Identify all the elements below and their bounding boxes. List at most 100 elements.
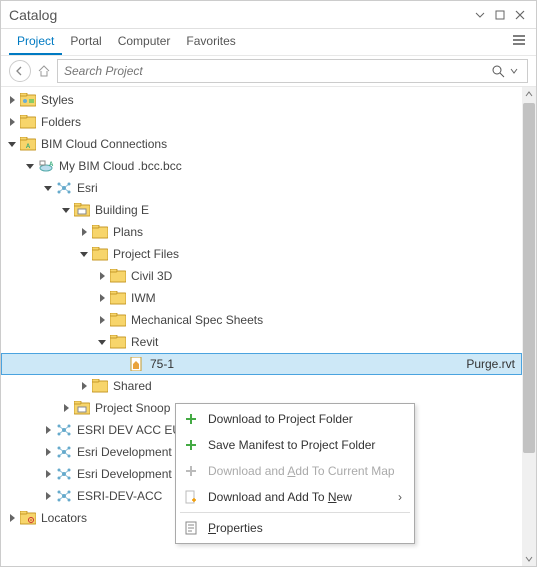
scroll-down-icon[interactable] xyxy=(522,552,536,566)
tree-item-styles[interactable]: Styles xyxy=(1,89,536,111)
tree-label: Locators xyxy=(39,511,87,525)
svg-text:A: A xyxy=(26,144,31,150)
tree-item-iwm[interactable]: IWM xyxy=(1,287,536,309)
bim-cloud-icon: A xyxy=(19,135,37,153)
folder-icon xyxy=(91,377,109,395)
tree-item-mech[interactable]: Mechanical Spec Sheets xyxy=(1,309,536,331)
ctx-download-add-current: Download and Add To Current Map xyxy=(176,458,414,484)
disclosure-icon[interactable] xyxy=(77,379,91,393)
svg-text:A: A xyxy=(49,162,54,168)
menu-icon[interactable] xyxy=(512,33,526,50)
tree-label: Esri Development xyxy=(75,467,172,481)
plus-icon-disabled xyxy=(180,460,202,482)
tree-label: Civil 3D xyxy=(129,269,172,283)
toolbar xyxy=(1,55,536,87)
title-bar: Catalog xyxy=(1,1,536,29)
search-icon[interactable] xyxy=(489,62,507,80)
tree-label: Project Files xyxy=(111,247,179,261)
folder-icon xyxy=(109,333,127,351)
locators-icon xyxy=(19,509,37,527)
tree-label: ESRI DEV ACC EU xyxy=(75,423,181,437)
disclosure-icon[interactable] xyxy=(41,181,55,195)
folder-icon xyxy=(109,267,127,285)
folder-icon xyxy=(109,289,127,307)
project-folder-icon xyxy=(73,399,91,417)
disclosure-icon[interactable] xyxy=(41,445,55,459)
folder-icon xyxy=(91,245,109,263)
disclosure-icon[interactable] xyxy=(5,511,19,525)
ctx-save-manifest[interactable]: Save Manifest to Project Folder xyxy=(176,432,414,458)
tree-item-bim-cloud[interactable]: A BIM Cloud Connections xyxy=(1,133,536,155)
close-icon[interactable] xyxy=(512,7,528,23)
disclosure-icon[interactable] xyxy=(41,489,55,503)
ctx-download-add-new[interactable]: Download and Add To New › xyxy=(176,484,414,510)
tree-label: Project Snoop xyxy=(93,401,170,415)
scroll-up-icon[interactable] xyxy=(522,87,536,101)
connection-icon: A xyxy=(37,157,55,175)
disclosure-icon[interactable] xyxy=(95,313,109,327)
restore-icon[interactable] xyxy=(492,7,508,23)
ctx-download-project[interactable]: Download to Project Folder xyxy=(176,406,414,432)
ctx-label: Properties xyxy=(208,521,402,535)
disclosure-icon[interactable] xyxy=(77,225,91,239)
tree-label: Shared xyxy=(111,379,152,393)
disclosure-icon[interactable] xyxy=(77,247,91,261)
tree-item-project-files[interactable]: Project Files xyxy=(1,243,536,265)
disclosure-icon[interactable] xyxy=(41,423,55,437)
tab-portal[interactable]: Portal xyxy=(62,30,109,55)
folder-icon xyxy=(19,113,37,131)
tab-project[interactable]: Project xyxy=(9,30,62,55)
tree-label: Mechanical Spec Sheets xyxy=(129,313,263,327)
tree-label-right: Purge.rvt xyxy=(464,357,521,371)
scrollbar[interactable] xyxy=(522,87,536,566)
tab-favorites[interactable]: Favorites xyxy=(178,30,243,55)
ctx-label: Save Manifest to Project Folder xyxy=(208,438,402,452)
tree-item-esri[interactable]: Esri xyxy=(1,177,536,199)
styles-icon xyxy=(19,91,37,109)
back-button[interactable] xyxy=(9,60,31,82)
disclosure-icon[interactable] xyxy=(59,401,73,415)
panel-title: Catalog xyxy=(9,7,57,23)
tree-item-plans[interactable]: Plans xyxy=(1,221,536,243)
ctx-label: Download and Add To Current Map xyxy=(208,464,402,478)
disclosure-icon[interactable] xyxy=(95,291,109,305)
disclosure-icon[interactable] xyxy=(41,467,55,481)
tree-label: IWM xyxy=(129,291,156,305)
disclosure-icon[interactable] xyxy=(95,335,109,349)
tree-label: Esri Development xyxy=(75,445,172,459)
disclosure-icon[interactable] xyxy=(5,115,19,129)
tree-item-building-e[interactable]: Building E xyxy=(1,199,536,221)
tab-computer[interactable]: Computer xyxy=(110,30,179,55)
chevron-right-icon: › xyxy=(398,490,402,504)
disclosure-icon[interactable] xyxy=(5,93,19,107)
tree-item-selected-rvt[interactable]: 75-1 Purge.rvt xyxy=(1,353,522,375)
tree-item-civil3d[interactable]: Civil 3D xyxy=(1,265,536,287)
tree-item-folders[interactable]: Folders xyxy=(1,111,536,133)
tree-label: 75-1 xyxy=(148,357,174,371)
tree-item-revit[interactable]: Revit xyxy=(1,331,536,353)
dropdown-icon[interactable] xyxy=(472,7,488,23)
tree-label: Folders xyxy=(39,115,81,129)
separator xyxy=(180,512,410,513)
tree-area: Styles Folders A BIM Cloud Connections A… xyxy=(1,87,536,566)
home-icon[interactable] xyxy=(35,62,53,80)
tree-item-shared[interactable]: Shared xyxy=(1,375,536,397)
search-dropdown-icon[interactable] xyxy=(507,64,521,78)
ctx-properties[interactable]: Properties xyxy=(176,515,414,541)
tree-label: Plans xyxy=(111,225,143,239)
tree-item-my-bim-cloud[interactable]: A My BIM Cloud .bcc.bcc xyxy=(1,155,536,177)
revit-file-icon xyxy=(128,355,146,373)
disclosure-icon[interactable] xyxy=(59,203,73,217)
tree-label: My BIM Cloud .bcc.bcc xyxy=(57,159,182,173)
plus-icon xyxy=(180,434,202,456)
tree-label: Building E xyxy=(93,203,149,217)
plus-icon xyxy=(180,408,202,430)
scroll-thumb[interactable] xyxy=(523,103,535,453)
hub-icon xyxy=(55,443,73,461)
search-input[interactable] xyxy=(57,59,528,83)
disclosure-icon[interactable] xyxy=(23,159,37,173)
disclosure-icon[interactable] xyxy=(95,269,109,283)
tree-label: ESRI-DEV-ACC xyxy=(75,489,162,503)
disclosure-icon[interactable] xyxy=(5,137,19,151)
search-field[interactable] xyxy=(64,64,489,78)
